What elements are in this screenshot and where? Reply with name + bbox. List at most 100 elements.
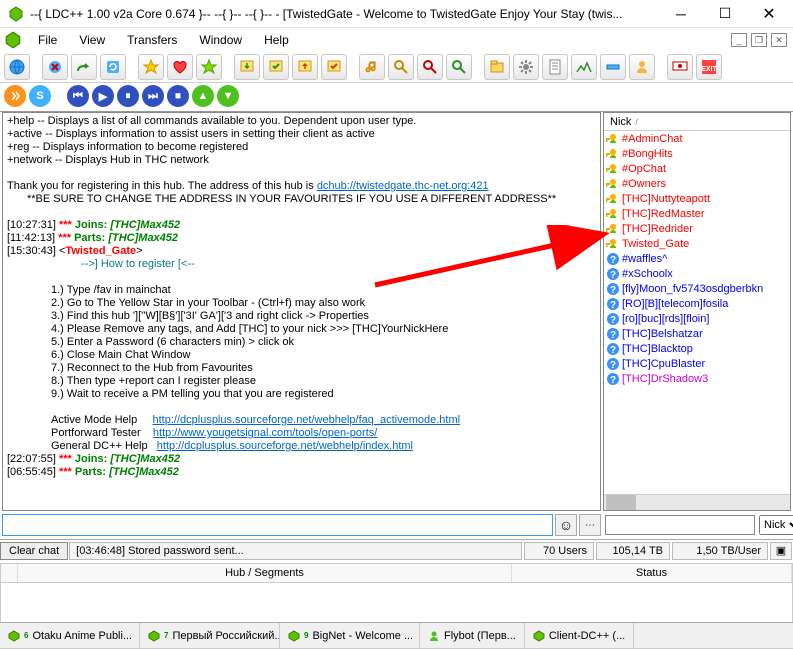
user-name: Twisted_Gate (622, 238, 689, 250)
user-row[interactable]: #Owners (604, 176, 790, 191)
svg-text:EXIT: EXIT (701, 66, 717, 73)
pause-icon[interactable]: ⏸ (117, 85, 139, 107)
emoji-button[interactable]: ☺ (555, 514, 577, 536)
chat-event: [15:30:43] <Twisted_Gate> (7, 245, 596, 258)
mdi-minimize-button[interactable]: _ (731, 33, 747, 47)
search-spy-icon[interactable] (446, 54, 472, 80)
maximize-button[interactable]: ☐ (703, 0, 747, 28)
horizontal-scrollbar[interactable] (604, 494, 790, 510)
prev-track-icon[interactable]: ⏮ (67, 85, 89, 107)
col-status[interactable]: Status (512, 564, 792, 582)
away-icon[interactable] (629, 54, 655, 80)
hub-tab[interactable]: 6Otaku Anime Publi... (0, 623, 140, 648)
user-row[interactable]: ?[THC]DrShadow3 (604, 371, 790, 386)
mdi-restore-button[interactable]: ❐ (751, 33, 767, 47)
winamp-icon[interactable] (4, 85, 26, 107)
user-row[interactable]: [THC]Redrider (604, 221, 790, 236)
op-icon (606, 207, 620, 221)
upload-queue-icon[interactable] (292, 54, 318, 80)
user-row[interactable]: Twisted_Gate (604, 236, 790, 251)
hub-tab[interactable]: 9BigNet - Welcome ... (280, 623, 420, 648)
user-row[interactable]: ?[THC]Blacktop (604, 341, 790, 356)
adl-search-icon[interactable] (417, 54, 443, 80)
chat-line: +reg -- Displays information to become r… (7, 141, 596, 154)
total-share: 105,14 TB (596, 542, 670, 560)
minimize-button[interactable]: ─ (659, 0, 703, 28)
clear-chat-button[interactable]: Clear chat (0, 542, 68, 560)
hub-tab[interactable]: 7Первый Российский... (140, 623, 280, 648)
portforward-link[interactable]: http://www.yougetsignal.com/tools/open-p… (153, 427, 377, 439)
nick-filter-select[interactable]: Nick (759, 515, 793, 535)
col-hub[interactable]: Hub / Segments (18, 564, 512, 582)
next-track-icon[interactable]: ⏭ (142, 85, 164, 107)
user-row[interactable]: [THC]Nuttyteapott (604, 191, 790, 206)
exit-icon[interactable]: EXIT (696, 54, 722, 80)
main-toolbar: EXIT (0, 52, 793, 83)
close-button[interactable]: ✕ (747, 0, 791, 28)
notepad-icon[interactable] (542, 54, 568, 80)
shutdown-icon[interactable] (667, 54, 693, 80)
user-row[interactable]: #AdminChat (604, 131, 790, 146)
follow-redirect-icon[interactable] (71, 54, 97, 80)
user-row[interactable]: ?[ro][buc][rds][floin] (604, 311, 790, 326)
network-stats-icon[interactable] (571, 54, 597, 80)
finished-dl-icon[interactable] (263, 54, 289, 80)
menu-window[interactable]: Window (189, 31, 252, 49)
recent-hubs-icon[interactable] (196, 54, 222, 80)
user-row[interactable]: #BongHits (604, 146, 790, 161)
user-row[interactable]: ?[THC]CpuBlaster (604, 356, 790, 371)
nick-column-header[interactable]: Nick / (604, 113, 790, 131)
user-row[interactable]: ?[RO][B][telecom]fosila (604, 296, 790, 311)
user-row[interactable]: ?#xSchoolx (604, 266, 790, 281)
finished-ul-icon[interactable] (321, 54, 347, 80)
op-icon (606, 162, 620, 176)
open-filelist-icon[interactable] (484, 54, 510, 80)
user-row[interactable]: ?[THC]Belshatzar (604, 326, 790, 341)
share-per-user: 1,50 TB/User (672, 542, 768, 560)
hub-tabs: 6Otaku Anime Publi...7Первый Российский.… (0, 622, 793, 648)
active-mode-link[interactable]: http://dcplusplus.sourceforge.net/webhel… (153, 414, 461, 426)
user-row[interactable]: [THC]RedMaster (604, 206, 790, 221)
reconnect-icon[interactable] (42, 54, 68, 80)
nick-filter-input[interactable] (605, 515, 755, 535)
chat-line: Portforward Tester http://www.yougetsign… (51, 427, 596, 440)
play-icon[interactable]: ▶ (92, 85, 114, 107)
menu-help[interactable]: Help (254, 31, 299, 49)
fav-hubs-icon[interactable] (138, 54, 164, 80)
refresh-icon[interactable] (100, 54, 126, 80)
chat-input[interactable] (2, 514, 553, 536)
question-icon: ? (606, 342, 620, 356)
hub-tab[interactable]: Flybot (Перв... (420, 623, 525, 648)
hub-icon (288, 630, 300, 642)
vol-down-icon[interactable]: ▼ (217, 85, 239, 107)
search-icon[interactable] (388, 54, 414, 80)
titlebar: --{ LDC++ 1.00 v2a Core 0.674 }-- --{ }-… (0, 0, 793, 28)
download-queue-icon[interactable] (234, 54, 260, 80)
globe-icon[interactable] (4, 54, 30, 80)
chat-log[interactable]: +help -- Displays a list of all commands… (3, 113, 600, 510)
chat-line: Thank you for registering in this hub. T… (7, 180, 596, 193)
user-list-panel: Nick / #AdminChat#BongHits#OpChat #Owners… (603, 112, 791, 511)
menu-file[interactable]: File (28, 31, 67, 49)
music-icon[interactable] (359, 54, 385, 80)
status-toggle[interactable]: ▣ (770, 542, 792, 560)
user-row[interactable]: #OpChat (604, 161, 790, 176)
user-list[interactable]: #AdminChat#BongHits#OpChat #Owners[THC]Nu… (604, 131, 790, 494)
user-name: #Owners (622, 178, 666, 190)
hub-tab[interactable]: Client-DC++ (... (525, 623, 634, 648)
options-button[interactable]: ⋯ (579, 514, 601, 536)
user-name: [RO][B][telecom]fosila (622, 298, 728, 310)
hash-progress-icon[interactable] (600, 54, 626, 80)
stop-icon[interactable]: ⏹ (167, 85, 189, 107)
menu-view[interactable]: View (69, 31, 115, 49)
skype-icon[interactable]: S (29, 85, 51, 107)
hub-address-link[interactable]: dchub://twistedgate.thc-net.org:421 (317, 180, 489, 192)
user-row[interactable]: ?[fly]Moon_fv5743osdgberbkn (604, 281, 790, 296)
settings-icon[interactable] (513, 54, 539, 80)
menu-transfers[interactable]: Transfers (117, 31, 187, 49)
fav-users-icon[interactable] (167, 54, 193, 80)
mdi-close-button[interactable]: ✕ (771, 33, 787, 47)
vol-up-icon[interactable]: ▲ (192, 85, 214, 107)
general-help-link[interactable]: http://dcplusplus.sourceforge.net/webhel… (157, 440, 413, 452)
user-row[interactable]: ?#waffles^ (604, 251, 790, 266)
